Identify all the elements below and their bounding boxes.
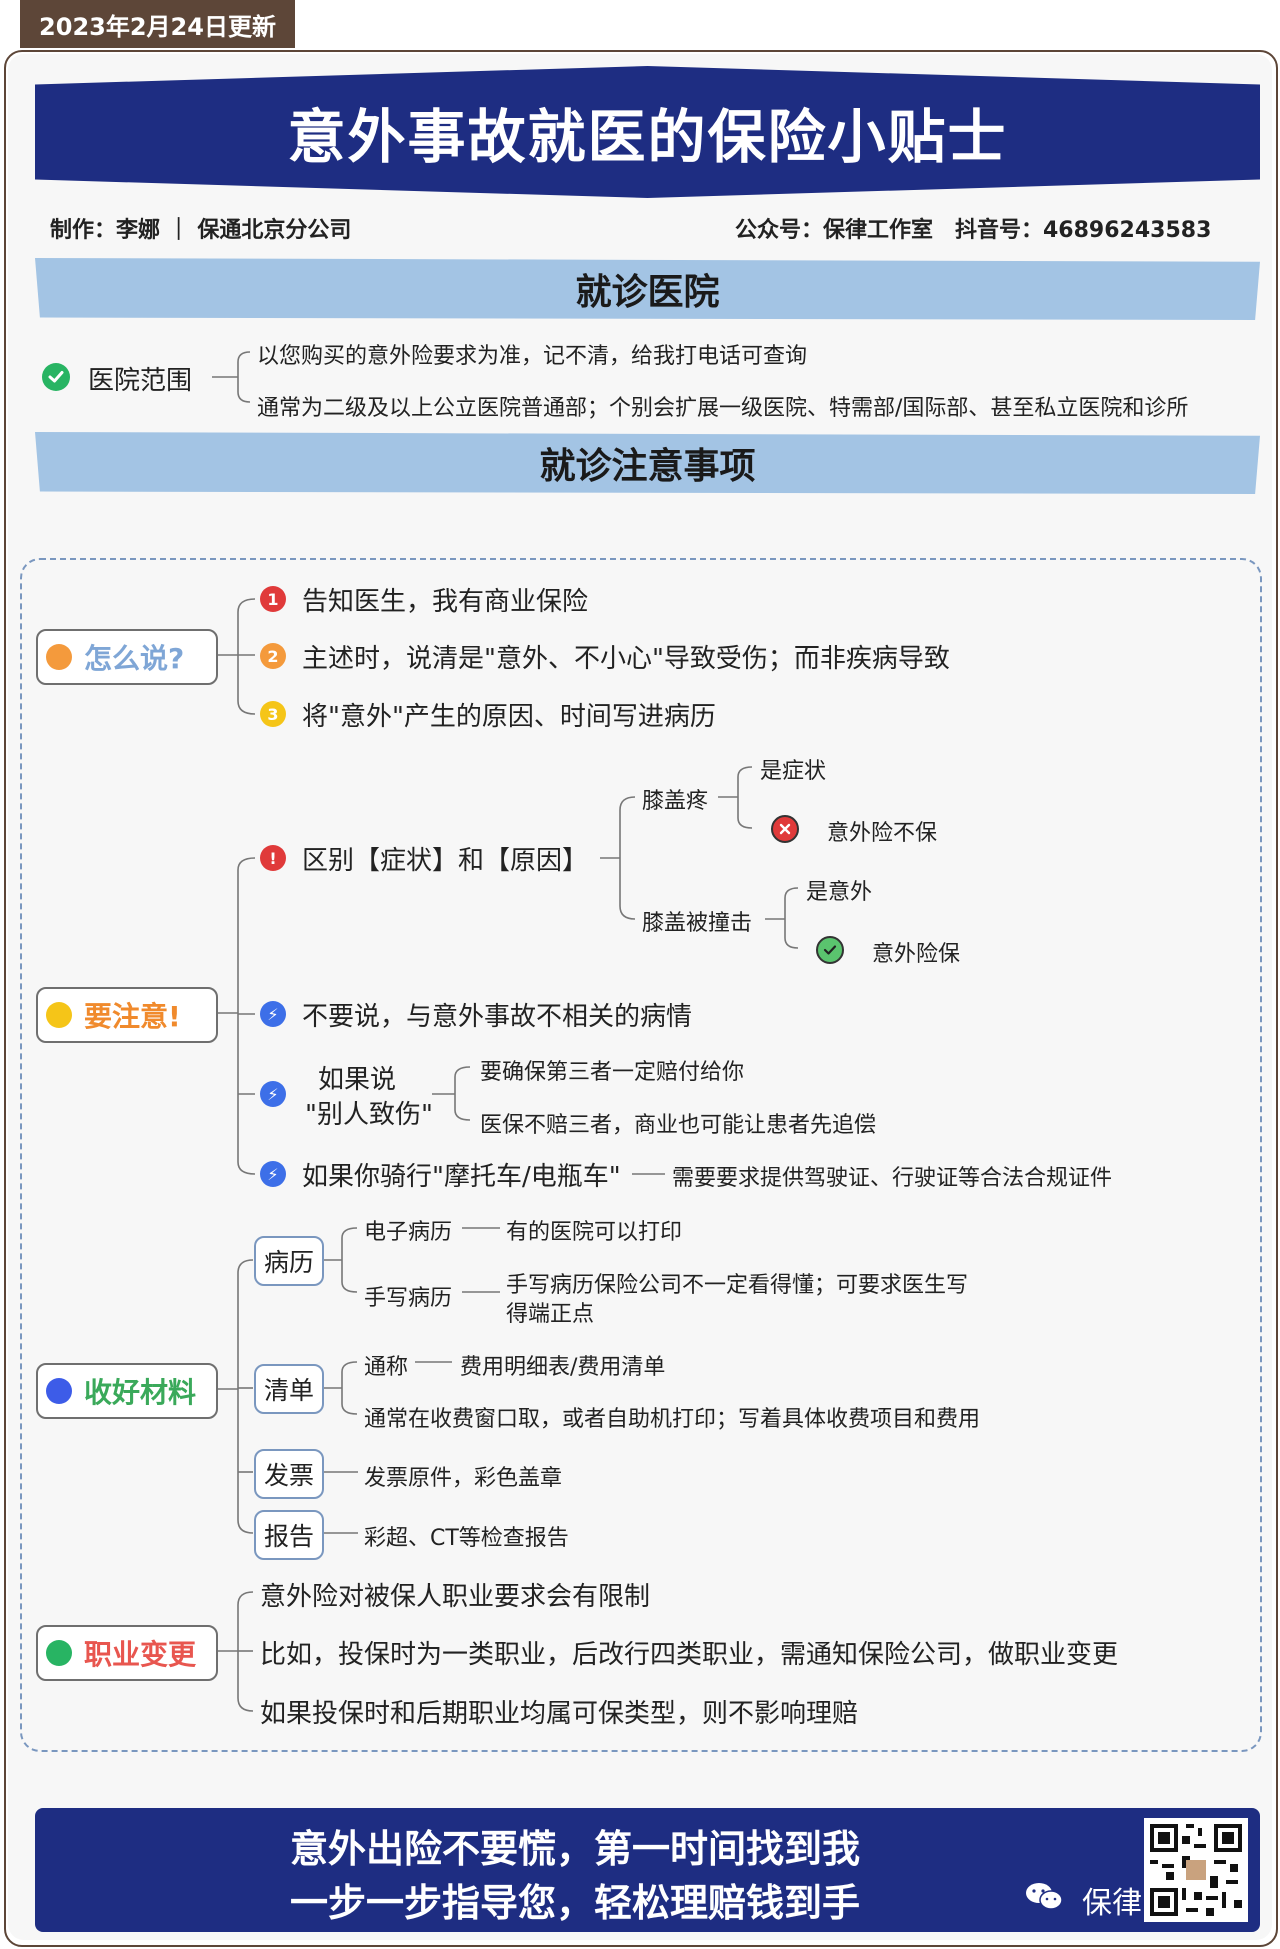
box-invoice: 发票 <box>254 1449 324 1499</box>
knee-hit-result: 意外险保 <box>872 942 961 967</box>
cross-icon <box>771 815 799 843</box>
handwritten-records-note-1: 手写病历保险公司不一定看得懂；可要求医生写 <box>506 1273 969 1298</box>
report-note: 彩超、CT等检查报告 <box>364 1526 569 1551</box>
box-expense-list: 清单 <box>254 1364 324 1414</box>
wechat-watermark: 保律 <box>1082 1886 1142 1921</box>
knee-pain-result: 意外险不保 <box>827 821 938 846</box>
number-3-icon: 3 <box>260 701 286 727</box>
topic-how-to-say: 怎么说? <box>36 629 218 685</box>
job-change-item-2: 比如，投保时为一类职业，后改行四类职业，需通知保险公司，做职业变更 <box>260 1640 1119 1670</box>
motorbike-detail: 需要要求提供驾驶证、行驶证等合法合规证件 <box>672 1166 1113 1191</box>
lightning-icon-3: ⚡ <box>260 1161 286 1187</box>
box-report: 报告 <box>254 1510 324 1560</box>
check-circle-icon <box>816 936 844 964</box>
list-alias: 通称 <box>364 1355 409 1380</box>
number-2-icon: 2 <box>260 643 286 669</box>
job-change-item-3: 如果投保时和后期职业均属可保类型，则不影响理赔 <box>260 1699 859 1729</box>
knee-pain-judge: 是症状 <box>760 759 827 784</box>
qr-code-icon <box>1144 1818 1248 1922</box>
others-injury-label-1: 如果说 <box>318 1065 397 1095</box>
knee-hit-judge: 是意外 <box>806 880 873 905</box>
knee-hit-cause: 膝盖被撞击 <box>642 911 753 936</box>
yellow-dot-icon <box>46 1002 72 1028</box>
green-dot-icon <box>46 1640 72 1666</box>
electronic-records-note: 有的医院可以打印 <box>506 1220 683 1245</box>
list-alias-value: 费用明细表/费用清单 <box>460 1355 666 1380</box>
how-to-say-item-3: 将"意外"产生的原因、时间写进病历 <box>302 702 716 732</box>
handwritten-records-note-2: 得端正点 <box>506 1302 595 1327</box>
lightning-icon-2: ⚡ <box>260 1081 286 1107</box>
invoice-note: 发票原件，彩色盖章 <box>364 1466 563 1491</box>
topic-attention: 要注意! <box>36 987 218 1043</box>
lightning-icon-1: ⚡ <box>260 1001 286 1027</box>
how-to-say-item-1: 告知医生，我有商业保险 <box>302 587 589 617</box>
exclamation-icon: ! <box>260 845 286 871</box>
footer-slogan-2: 一步一步指导您，轻松理赔钱到手 <box>290 1881 861 1925</box>
dont-say-text: 不要说，与意外事故不相关的病情 <box>302 1002 693 1032</box>
others-injury-item-2: 医保不赔三者，商业也可能让患者先追偿 <box>480 1113 877 1138</box>
wechat-icon <box>1024 1881 1064 1911</box>
footer-slogan-1: 意外出险不要慌，第一时间找到我 <box>290 1827 861 1871</box>
handwritten-records: 手写病历 <box>364 1286 453 1311</box>
list-note: 通常在收费窗口取，或者自助机打印；写着具体收费项目和费用 <box>364 1407 981 1432</box>
others-injury-label-2: "别人致伤" <box>305 1100 433 1130</box>
number-1-icon: 1 <box>260 586 286 612</box>
knee-pain-cause: 膝盖疼 <box>642 789 709 814</box>
electronic-records: 电子病历 <box>364 1220 453 1245</box>
box-medical-records: 病历 <box>254 1236 324 1286</box>
orange-dot-icon <box>46 644 72 670</box>
how-to-say-item-2: 主述时，说清是"意外、不小心"导致受伤；而非疾病导致 <box>302 644 950 674</box>
others-injury-item-1: 要确保第三者一定赔付给你 <box>480 1060 745 1085</box>
distinguish-text: 区别【症状】和【原因】 <box>302 846 589 876</box>
topic-materials: 收好材料 <box>36 1363 218 1419</box>
motorbike-text: 如果你骑行"摩托车/电瓶车" <box>302 1162 621 1192</box>
topic-job-change: 职业变更 <box>36 1625 218 1681</box>
job-change-item-1: 意外险对被保人职业要求会有限制 <box>260 1582 651 1612</box>
blue-dot-icon <box>46 1378 72 1404</box>
